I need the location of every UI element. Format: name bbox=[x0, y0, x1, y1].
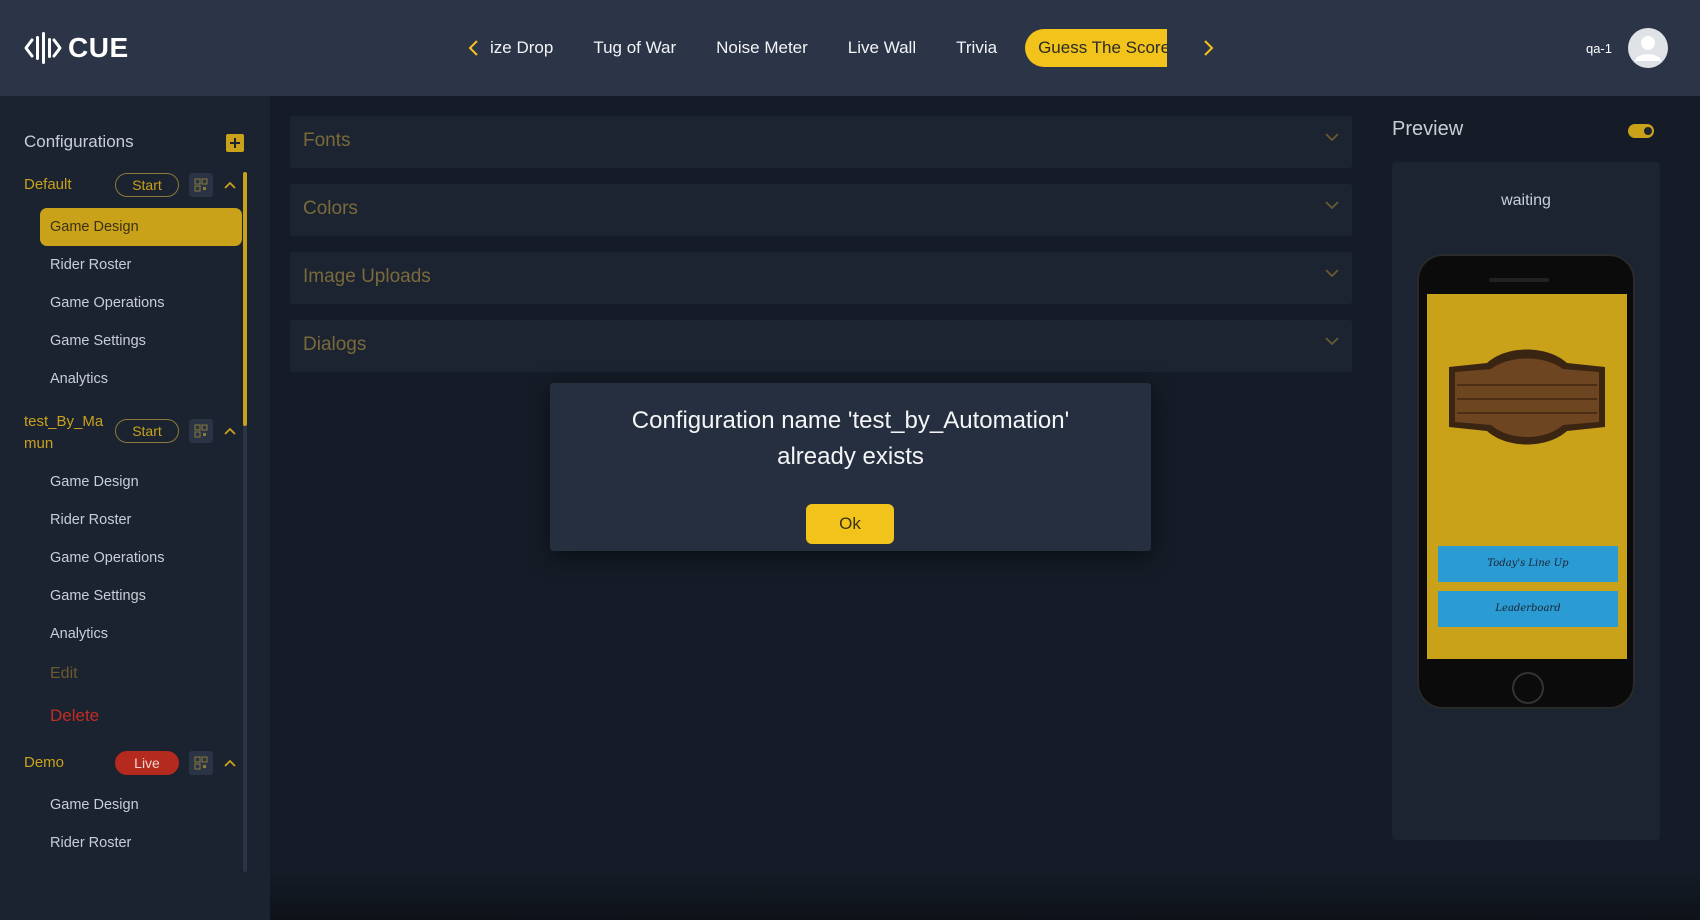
section-dialogs[interactable]: Dialogs bbox=[290, 320, 1352, 372]
error-dialog: Configuration name 'test_by_Automation' … bbox=[550, 383, 1151, 551]
collapse-button[interactable] bbox=[220, 753, 240, 773]
todays-line-up-button[interactable]: Today's Line Up bbox=[1438, 546, 1618, 582]
nav-item-prize-drop[interactable]: ize Drop bbox=[486, 29, 573, 67]
delete-config-button[interactable]: Delete bbox=[40, 697, 242, 735]
plus-icon bbox=[230, 138, 240, 148]
top-header: CUE ize Drop Tug of War Noise Meter Live… bbox=[0, 0, 1700, 96]
preview-panel: waiting Today's Line Up Leaderboard bbox=[1392, 162, 1660, 840]
phone-home-button bbox=[1512, 672, 1544, 704]
config-demo-header: Demo Live bbox=[24, 751, 244, 775]
chevron-left-icon bbox=[468, 40, 478, 56]
section-label: Fonts bbox=[303, 130, 351, 151]
game-nav: ize Drop Tug of War Noise Meter Live Wal… bbox=[460, 28, 1222, 68]
edit-config-button[interactable]: Edit bbox=[40, 655, 242, 693]
sidebar-item-rider-roster[interactable]: Rider Roster bbox=[40, 824, 242, 862]
live-badge[interactable]: Live bbox=[115, 751, 179, 775]
dialog-message-line2: already exists bbox=[777, 443, 924, 470]
sidebar-item-rider-roster[interactable]: Rider Roster bbox=[40, 246, 242, 284]
chevron-right-icon bbox=[1204, 40, 1214, 56]
config-test-by-mamun-header: test_By_Mamun Start bbox=[24, 411, 244, 455]
phone-speaker bbox=[1489, 278, 1549, 282]
sidebar-item-analytics[interactable]: Analytics bbox=[40, 360, 242, 398]
start-badge[interactable]: Start bbox=[115, 173, 179, 197]
section-label: Colors bbox=[303, 198, 358, 219]
sidebar-item-game-design[interactable]: Game Design bbox=[40, 786, 242, 824]
configurations-sidebar: Configurations Default Start Game Design… bbox=[0, 96, 270, 920]
avatar[interactable] bbox=[1628, 28, 1668, 68]
chevron-down-icon bbox=[1325, 201, 1339, 210]
add-configuration-button[interactable] bbox=[226, 134, 244, 152]
bottom-shade bbox=[270, 870, 1700, 920]
logo-mark-icon bbox=[24, 32, 62, 64]
qr-code-icon bbox=[194, 178, 208, 192]
chevron-down-icon bbox=[1325, 269, 1339, 278]
phone-mockup: Today's Line Up Leaderboard bbox=[1417, 254, 1635, 709]
chevron-down-icon bbox=[1325, 337, 1339, 346]
logo-text: CUE bbox=[68, 32, 129, 63]
section-label: Dialogs bbox=[303, 334, 367, 355]
qr-code-icon bbox=[194, 756, 208, 770]
chevron-up-icon bbox=[224, 427, 236, 435]
config-name-line1: test_By_Ma bbox=[24, 413, 104, 430]
config-name-line2: mun bbox=[24, 435, 54, 452]
sidebar-item-game-settings[interactable]: Game Settings bbox=[40, 577, 242, 615]
leaderboard-button[interactable]: Leaderboard bbox=[1438, 591, 1618, 627]
cue-logo[interactable]: CUE bbox=[24, 30, 129, 66]
nav-item-trivia[interactable]: Trivia bbox=[936, 29, 1017, 67]
nav-item-live-wall[interactable]: Live Wall bbox=[828, 29, 936, 67]
sidebar-item-game-operations[interactable]: Game Operations bbox=[40, 284, 242, 322]
sidebar-item-game-operations[interactable]: Game Operations bbox=[40, 539, 242, 577]
section-image-uploads[interactable]: Image Uploads bbox=[290, 252, 1352, 304]
chevron-up-icon bbox=[224, 181, 236, 189]
start-badge[interactable]: Start bbox=[115, 419, 179, 443]
qr-code-button[interactable] bbox=[189, 751, 213, 775]
user-icon bbox=[1635, 36, 1661, 61]
qr-code-button[interactable] bbox=[189, 419, 213, 443]
phone-screen: Today's Line Up Leaderboard bbox=[1427, 294, 1627, 659]
config-name[interactable]: test_By_Mamun bbox=[24, 411, 114, 455]
dialog-message-line1: Configuration name 'test_by_Automation' bbox=[631, 407, 1070, 434]
nav-item-noise-meter[interactable]: Noise Meter bbox=[696, 29, 828, 67]
dialog-message: Configuration name 'test_by_Automation' … bbox=[550, 403, 1151, 475]
collapse-button[interactable] bbox=[220, 421, 240, 441]
sidebar-item-rider-roster[interactable]: Rider Roster bbox=[40, 501, 242, 539]
chevron-up-icon bbox=[224, 759, 236, 767]
nav-item-tug-of-war[interactable]: Tug of War bbox=[573, 29, 696, 67]
sidebar-item-analytics[interactable]: Analytics bbox=[40, 615, 242, 653]
user-name: qa-1 bbox=[1585, 40, 1612, 56]
preview-toggle[interactable] bbox=[1628, 124, 1654, 138]
chevron-down-icon bbox=[1325, 133, 1339, 142]
config-name[interactable]: Demo bbox=[24, 752, 114, 774]
section-label: Image Uploads bbox=[303, 266, 431, 287]
preview-title: Preview bbox=[1392, 118, 1464, 140]
sidebar-item-game-design[interactable]: Game Design bbox=[40, 208, 242, 246]
sidebar-item-game-settings[interactable]: Game Settings bbox=[40, 322, 242, 360]
nav-items: ize Drop Tug of War Noise Meter Live Wal… bbox=[486, 29, 1196, 67]
qr-code-button[interactable] bbox=[189, 173, 213, 197]
section-colors[interactable]: Colors bbox=[290, 184, 1352, 236]
nav-prev-button[interactable] bbox=[460, 28, 486, 68]
user-menu[interactable]: qa-1 bbox=[1586, 28, 1668, 68]
scrollbar-thumb[interactable] bbox=[243, 172, 247, 426]
section-fonts[interactable]: Fonts bbox=[290, 116, 1352, 168]
preview-status[interactable]: waiting bbox=[1392, 192, 1660, 210]
config-default-header: Default Start bbox=[24, 173, 244, 197]
sidebar-item-game-design[interactable]: Game Design bbox=[40, 463, 242, 501]
sidebar-title: Configurations bbox=[24, 132, 134, 151]
ok-button[interactable]: Ok bbox=[806, 504, 894, 544]
collapse-button[interactable] bbox=[220, 175, 240, 195]
nav-item-guess-the-score[interactable]: Guess The Score bbox=[1025, 29, 1168, 67]
nav-next-button[interactable] bbox=[1196, 28, 1222, 68]
qr-code-icon bbox=[194, 424, 208, 438]
wooden-sign-image bbox=[1449, 349, 1605, 445]
config-name[interactable]: Default bbox=[24, 174, 114, 196]
